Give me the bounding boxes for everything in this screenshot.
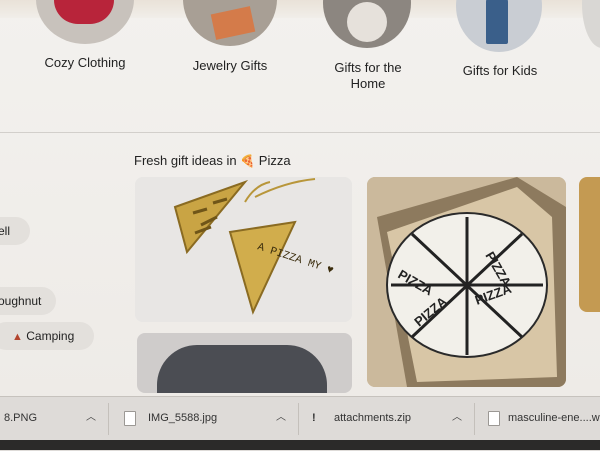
- divider: [298, 403, 299, 435]
- download-filename: IMG_5588.jpg: [148, 412, 218, 424]
- necklace-image: A PIZZA MY ♥: [135, 177, 352, 322]
- divider: [474, 403, 475, 435]
- category-image-gifts-kids[interactable]: [456, 0, 542, 52]
- tent-icon: ▲: [12, 331, 23, 343]
- category-label-jewelry-gifts[interactable]: Jewelry Gifts: [170, 58, 290, 74]
- browser-page: Cozy Clothing Jewelry Gifts Gifts for th…: [0, 0, 600, 396]
- category-label-cozy-clothing[interactable]: Cozy Clothing: [30, 55, 140, 71]
- download-item[interactable]: ! attachments.zip ︿: [302, 403, 474, 433]
- category-image-partial[interactable]: [582, 0, 600, 48]
- product-tile-partial[interactable]: [579, 177, 600, 312]
- pizza-icon: 🍕: [240, 154, 256, 168]
- download-filename: masculine-ene....web: [508, 412, 600, 424]
- category-label-gifts-home[interactable]: Gifts for the Home: [318, 60, 418, 92]
- section-title: Fresh gift ideas in 🍕 Pizza: [134, 153, 291, 168]
- file-icon: [124, 411, 136, 426]
- laptop-bezel: [0, 440, 600, 450]
- chevron-up-icon[interactable]: ︿: [276, 403, 286, 433]
- download-item[interactable]: 8.PNG ︿: [0, 403, 110, 433]
- download-item[interactable]: IMG_5588.jpg ︿: [112, 403, 298, 433]
- category-image-jewelry-gifts[interactable]: [183, 0, 277, 46]
- chevron-up-icon[interactable]: ︿: [452, 403, 462, 433]
- file-icon: [488, 411, 500, 426]
- warning-icon: !: [312, 412, 316, 424]
- divider: [108, 403, 109, 435]
- category-label-gifts-kids[interactable]: Gifts for Kids: [450, 63, 550, 79]
- product-tile-tshirt[interactable]: [137, 333, 352, 393]
- search-chip[interactable]: ell: [0, 217, 30, 245]
- pizza-print-image: PIZZA PIZZA PIZZA PIZZA: [367, 177, 566, 387]
- search-chip-camping[interactable]: ▲ Camping: [0, 322, 94, 350]
- section-divider: [0, 132, 600, 133]
- tshirt-image: [157, 345, 327, 393]
- category-image-cozy-clothing[interactable]: [36, 0, 134, 44]
- download-item[interactable]: masculine-ene....web: [478, 403, 600, 433]
- product-tile-pizza-print[interactable]: PIZZA PIZZA PIZZA PIZZA: [367, 177, 566, 387]
- download-filename: 8.PNG: [4, 412, 38, 424]
- product-tile-pizza-necklace[interactable]: A PIZZA MY ♥: [135, 177, 352, 322]
- download-filename: attachments.zip: [334, 412, 412, 424]
- category-image-gifts-home[interactable]: [323, 0, 411, 48]
- chevron-up-icon[interactable]: ︿: [86, 403, 96, 433]
- search-chip[interactable]: oughnut: [0, 287, 56, 315]
